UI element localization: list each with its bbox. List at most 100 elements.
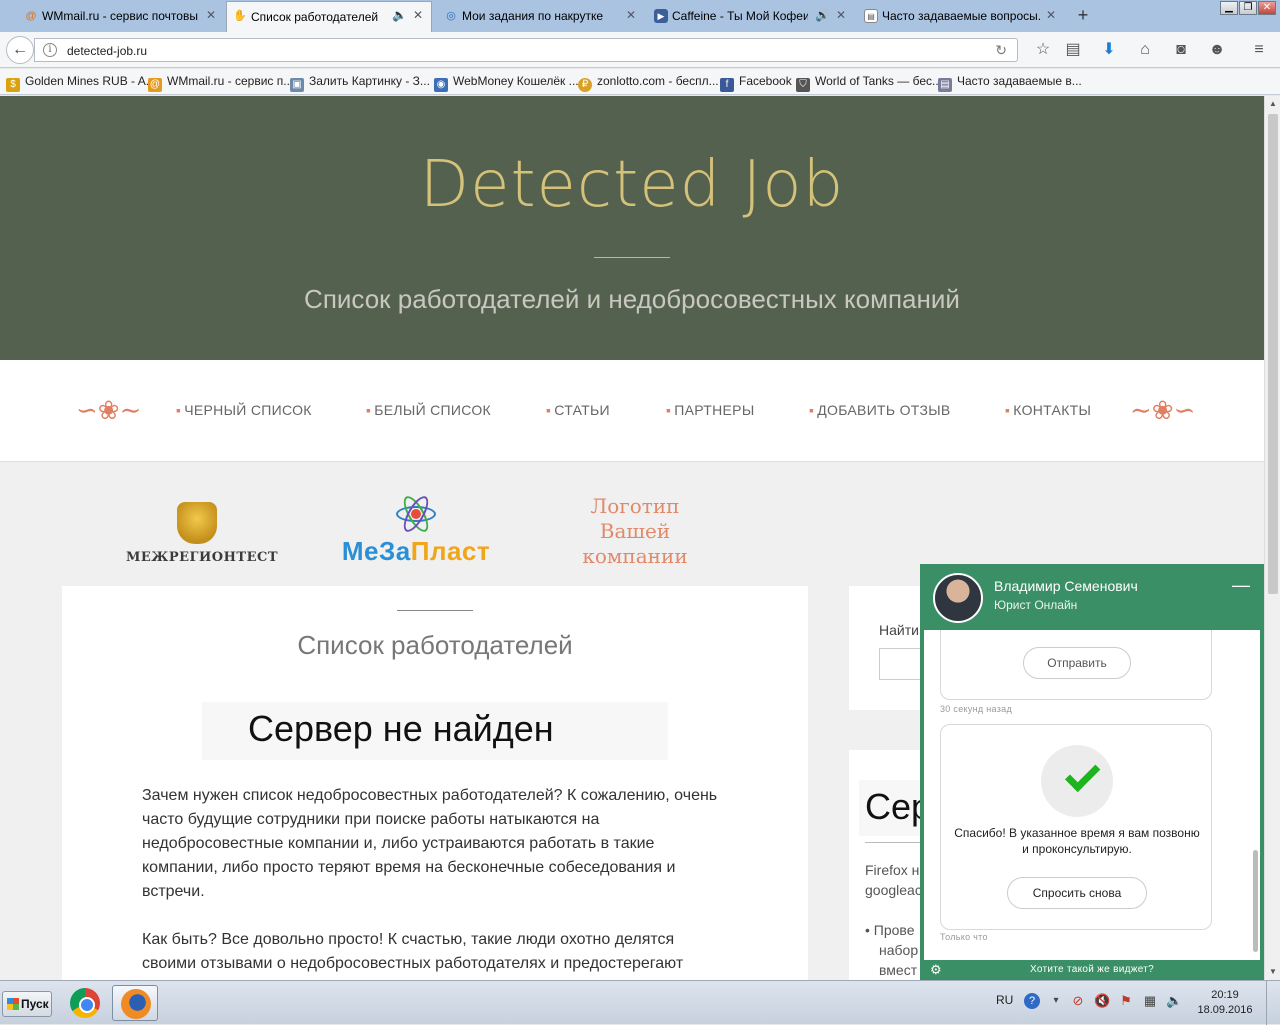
info-icon[interactable]: i (43, 43, 57, 57)
url-bar[interactable]: i detected-job.ru ↻ (34, 38, 1018, 62)
server-not-found-heading: Сервер не найден (248, 708, 554, 749)
avatar (933, 573, 983, 623)
reading-list-icon[interactable]: ▤ (1062, 40, 1084, 60)
embedded-frame: Сервер не найден (202, 702, 668, 760)
tab-tasks[interactable]: ◎ Мои задания по накрутке ✕ (438, 2, 644, 30)
tab-employers[interactable]: ✋ Список работодателей 🔈 ✕ (226, 1, 432, 32)
close-icon[interactable]: ✕ (836, 8, 846, 22)
chat-scrollbar[interactable] (1253, 850, 1258, 952)
agent-name: Владимир Семенович (994, 578, 1138, 594)
get-widget-link[interactable]: Хотите такой же виджет? (920, 964, 1264, 975)
at-icon: @ (148, 78, 162, 92)
menu-item-contacts[interactable]: ▪ КОНТАКТЫ (1005, 402, 1091, 418)
close-icon[interactable]: ✕ (1046, 8, 1056, 22)
menu-item-add-review[interactable]: ▪ ДОБАВИТЬ ОТЗЫВ (809, 402, 951, 418)
tab-label: Часто задаваемые вопросы... (882, 9, 1042, 23)
checkmark-icon (1041, 745, 1113, 817)
minimize-icon[interactable]: — (1232, 576, 1250, 594)
main-menu: ∽❀∼ ▪ ЧЕРНЫЙ СПИСОК ▪ БЕЛЫЙ СПИСОК ▪ СТАТЬИ… (0, 360, 1264, 462)
scroll-up-icon[interactable]: ▲ (1267, 98, 1279, 110)
antivirus-icon[interactable]: ⊘ (1070, 993, 1086, 1009)
help-icon[interactable]: ? (1024, 993, 1040, 1009)
network-icon[interactable]: ▦ (1142, 993, 1158, 1009)
show-desktop-button[interactable] (1266, 981, 1280, 1025)
home-icon[interactable]: ⌂ (1134, 40, 1156, 60)
language-indicator[interactable]: RU (996, 993, 1013, 1007)
chrome-icon (70, 988, 100, 1018)
swirl-icon: ◎ (446, 10, 456, 22)
menu-item-articles[interactable]: ▪ СТАТЬИ (546, 402, 610, 418)
flag-alert-icon[interactable]: ⚑ (1118, 993, 1134, 1009)
new-tab-button[interactable]: + (1072, 4, 1094, 26)
image-icon: ▣ (290, 78, 304, 92)
speaker-icon[interactable]: 🔊 (815, 8, 830, 22)
error-text: Firefox н (865, 862, 920, 878)
menu-item-partners[interactable]: ▪ ПАРТНЕРЫ (666, 402, 755, 418)
message-timestamp: 30 секунд назад (940, 704, 1013, 714)
pocket-icon[interactable]: ◙ (1170, 40, 1192, 60)
ask-again-button[interactable]: Спросить снова (1007, 877, 1147, 909)
speaker-icon[interactable]: 🔈 (392, 8, 407, 22)
start-button[interactable]: Пуск (2, 991, 52, 1017)
close-icon[interactable]: ✕ (413, 8, 423, 22)
menu-item-blacklist[interactable]: ▪ ЧЕРНЫЙ СПИСОК (176, 402, 312, 418)
coin-icon: ₽ (578, 78, 592, 92)
url-text[interactable]: detected-job.ru (67, 44, 147, 58)
bookmark-item[interactable]: ◉ WebMoney Кошелёк ... (434, 74, 579, 92)
title-divider (397, 610, 473, 611)
taskbar-app-firefox[interactable] (112, 985, 158, 1021)
download-icon[interactable]: ⬇ (1098, 40, 1120, 60)
page-icon: ▤ (938, 78, 952, 92)
close-window-button[interactable]: ✕ (1258, 1, 1276, 15)
eagle-emblem-icon (177, 502, 217, 544)
tab-faq[interactable]: ▤ Часто задаваемые вопросы... ✕ (858, 2, 1064, 30)
bookmark-item[interactable]: ▣ Залить Картинку - З... (290, 74, 430, 92)
bookmark-item[interactable]: @ WMmail.ru - сервис п... (148, 74, 293, 92)
minimize-button[interactable]: ▁ (1220, 1, 1238, 15)
atom-icon (394, 492, 438, 536)
bookmark-item[interactable]: $ Golden Mines RUB - A... (6, 74, 156, 92)
bookmark-star-icon[interactable]: ☆ (1032, 40, 1054, 60)
menu-item-whitelist[interactable]: ▪ БЕЛЫЙ СПИСОК (366, 402, 491, 418)
window-controls: ▁ ❐ ✕ (1219, 1, 1276, 15)
back-button[interactable]: ← (6, 36, 34, 64)
main-content: Список работодателей Сервер не найден За… (62, 586, 808, 980)
chat-messages: Отправить 30 секунд назад Спасибо! В ука… (924, 630, 1260, 960)
volume-muted-icon[interactable]: 🔇 (1094, 993, 1110, 1009)
tab-label: Caffeine - Ты Мой Кофеин (672, 9, 808, 23)
chat-footer: ⚙ Хотите такой же виджет? (920, 960, 1264, 980)
scroll-down-icon[interactable]: ▼ (1267, 966, 1279, 978)
taskbar-app-chrome[interactable] (62, 985, 108, 1021)
message-bubble: Спасибо! В указанное время я вам позвоню… (940, 724, 1212, 930)
close-icon[interactable]: ✕ (206, 8, 216, 22)
volume-icon[interactable]: 🔈 (1166, 993, 1182, 1009)
bookmark-item[interactable]: f Facebook (720, 74, 792, 92)
clock[interactable]: 20:19 18.09.2016 (1192, 988, 1258, 1018)
taskbar: Пуск RU ? ▾ ⊘ 🔇 ⚑ ▦ 🔈 20:19 18.09.2016 (0, 980, 1280, 1025)
hand-icon: ✋ (233, 10, 247, 22)
chat-bubble-icon[interactable]: ☻ (1206, 40, 1228, 60)
tray-expand-icon[interactable]: ▾ (1048, 993, 1064, 1009)
firefox-icon (121, 989, 151, 1019)
scrollbar-thumb[interactable] (1268, 114, 1278, 594)
partner-logo-mezaplast[interactable]: МеЗаПласт (340, 492, 492, 567)
tab-label: Список работодателей (251, 10, 379, 24)
tab-wmmail[interactable]: @ WMmail.ru - сервис почтовы... ✕ (18, 2, 224, 30)
send-button[interactable]: Отправить (1023, 647, 1131, 679)
bookmark-item[interactable]: ▤ Часто задаваемые в... (938, 74, 1082, 92)
reload-icon[interactable]: ↻ (995, 42, 1007, 59)
page-title: Список работодателей (297, 630, 573, 660)
search-label: Найти (879, 622, 919, 638)
maximize-button[interactable]: ❐ (1239, 1, 1257, 15)
bookmark-item[interactable]: ₽ zonlotto.com - беспл... (578, 74, 719, 92)
clock-time: 20:19 (1211, 989, 1239, 1001)
close-icon[interactable]: ✕ (626, 8, 636, 22)
bookmark-item[interactable]: ⛉ World of Tanks — бес... (796, 74, 942, 92)
windows-flag-icon (7, 998, 19, 1010)
tab-caffeine[interactable]: ▶ Caffeine - Ты Мой Кофеин 🔊 ✕ (648, 2, 854, 30)
page-scrollbar[interactable]: ▲ ▼ (1264, 96, 1280, 980)
partner-logo-mezhregiontest[interactable]: МЕЖРЕГИОНТЕСТ (126, 502, 278, 565)
site-title[interactable]: Detected Job (0, 148, 1264, 222)
menu-icon[interactable]: ≡ (1248, 40, 1270, 60)
partner-logo-placeholder[interactable]: Логотип Вашей компании (560, 494, 710, 569)
